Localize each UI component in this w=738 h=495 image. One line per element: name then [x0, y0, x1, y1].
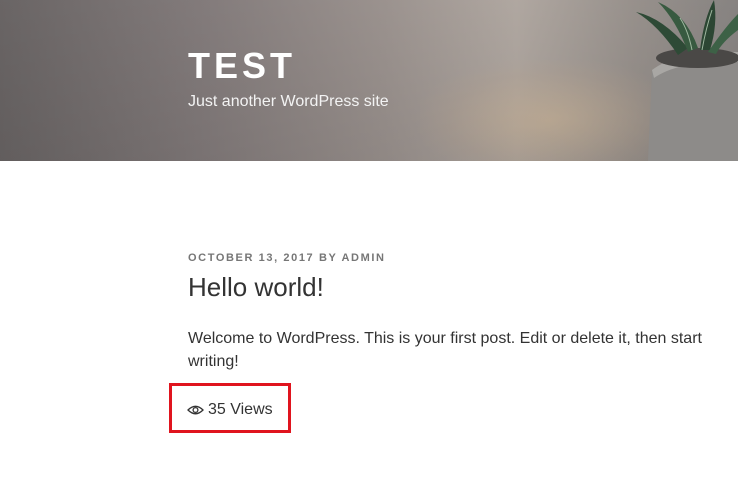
post-by-label: BY	[318, 252, 338, 264]
post-views: 35 Views	[187, 400, 273, 420]
post-author[interactable]: ADMIN	[341, 252, 385, 264]
views-count: 35 Views	[208, 401, 273, 418]
eye-icon	[187, 405, 204, 415]
site-tagline: Just another WordPress site	[188, 93, 389, 110]
post-meta: OCTOBER 13, 2017 BY ADMIN	[188, 251, 386, 265]
site-title[interactable]: TEST	[188, 44, 296, 88]
post-content: Welcome to WordPress. This is your first…	[188, 330, 702, 370]
plant-image	[636, 0, 738, 161]
post-title[interactable]: Hello world!	[188, 270, 324, 304]
site-header: TEST Just another WordPress site	[0, 0, 738, 161]
post-date[interactable]: OCTOBER 13, 2017	[188, 252, 314, 264]
